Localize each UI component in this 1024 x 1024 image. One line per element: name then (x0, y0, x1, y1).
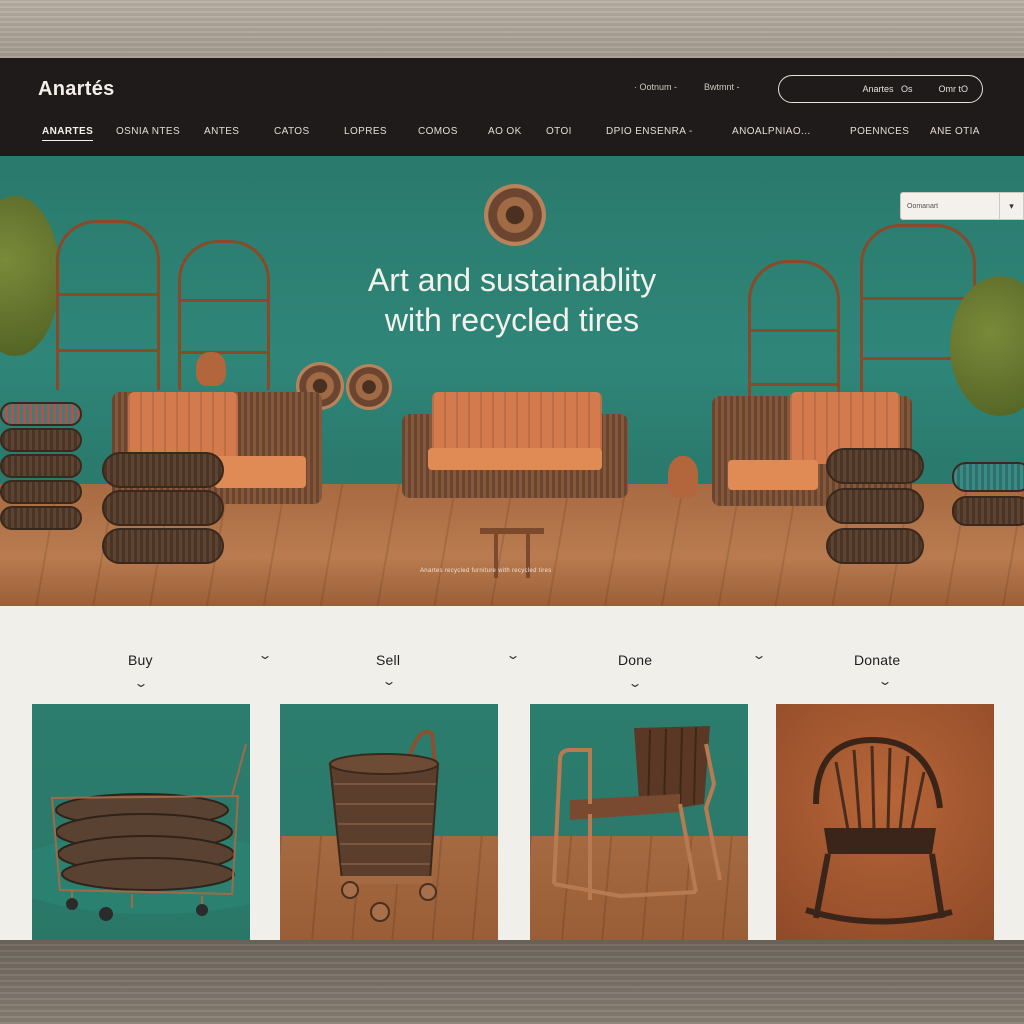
vase-floor (668, 456, 698, 498)
main-nav: ANARTES OSNIA NTES ANTES CATOS LOPRES CO… (0, 126, 1024, 146)
utility-link-1[interactable]: · Ootnum - (634, 82, 677, 92)
chevron-down-icon: ⌄ (627, 676, 643, 690)
nav-item-9[interactable]: DPIO ENSENRA - (606, 126, 693, 137)
nav-item-4[interactable]: CATOS (274, 126, 310, 137)
chevron-down-icon: ⌄ (133, 676, 149, 690)
rattan-chair-image (552, 726, 722, 900)
nav-item-3[interactable]: ANTES (204, 126, 239, 137)
nav-item-2[interactable]: OSNIA NTES (116, 126, 180, 137)
hero-filter-dropdown[interactable]: Oomanart ▾ (900, 192, 1024, 220)
site-logo[interactable]: Anartés (38, 78, 115, 101)
hero-banner: Art and sustainablity with recycled tire… (0, 156, 1024, 606)
product-card-buy[interactable] (32, 704, 250, 940)
site-header: Anartés · Ootnum - Bwtmnt - Anartes Os O… (0, 58, 1024, 156)
nav-item-1[interactable]: ANARTES (42, 126, 94, 141)
action-donate[interactable]: Donate (854, 652, 900, 668)
wall-tire-art (484, 184, 546, 246)
nav-item-8[interactable]: OTOI (546, 126, 572, 137)
nav-item-7[interactable]: AO OK (488, 126, 522, 137)
hero-caption: Anartes recycled furniture with recycled… (420, 568, 552, 574)
account-search-pill[interactable]: Anartes Os Omr tO (778, 75, 983, 103)
tire-ottoman-left (102, 452, 224, 564)
wall-tire-art-3 (346, 364, 392, 410)
coffee-table-top (480, 528, 544, 534)
armchair-right-seat (728, 460, 818, 490)
tire-basket-image (328, 729, 440, 922)
tire-ottoman-right (826, 448, 924, 566)
wooden-backdrop-bottom (0, 940, 1024, 1024)
chevron-down-icon: ⌄ (257, 648, 273, 662)
action-done[interactable]: Done (618, 652, 652, 668)
nav-item-10[interactable]: ANOALPNIAO... (732, 126, 811, 137)
chevron-down-icon: ⌄ (877, 674, 893, 688)
sofa-center-back (432, 392, 602, 454)
vase-left (196, 352, 226, 386)
action-buy[interactable]: Buy (128, 652, 153, 668)
wooden-backdrop-top (0, 0, 1024, 58)
sofa-center-seat (428, 448, 602, 470)
caret-down-icon: ▾ (999, 193, 1023, 219)
tire-cart-image (32, 743, 250, 921)
nav-item-5[interactable]: LOPRES (344, 126, 387, 137)
product-card-donate[interactable] (776, 704, 994, 940)
tire-stack-right (952, 462, 1024, 530)
product-card-done[interactable] (530, 704, 748, 940)
utility-link-2[interactable]: Bwtmnt - (704, 82, 740, 92)
chevron-down-icon: ⌄ (505, 648, 521, 662)
account-right-label: Omr tO (938, 84, 969, 94)
account-label: Anartes Os (862, 84, 913, 94)
product-card-sell[interactable] (280, 704, 498, 940)
rocking-chair-image (805, 736, 953, 925)
armchair-left-seat (214, 456, 306, 488)
action-sell[interactable]: Sell (376, 652, 400, 668)
nav-item-12[interactable]: ANE OTIA (930, 126, 980, 137)
tire-stack-left (0, 402, 82, 530)
chevron-down-icon: ⌄ (381, 674, 397, 688)
chevron-down-icon: ⌄ (751, 648, 767, 662)
nav-item-6[interactable]: COMOS (418, 126, 458, 137)
hero-title: Art and sustainablity with recycled tire… (367, 262, 657, 338)
website-page: Anartés · Ootnum - Bwtmnt - Anartes Os O… (0, 58, 1024, 940)
nav-item-11[interactable]: POENNCES (850, 126, 909, 137)
